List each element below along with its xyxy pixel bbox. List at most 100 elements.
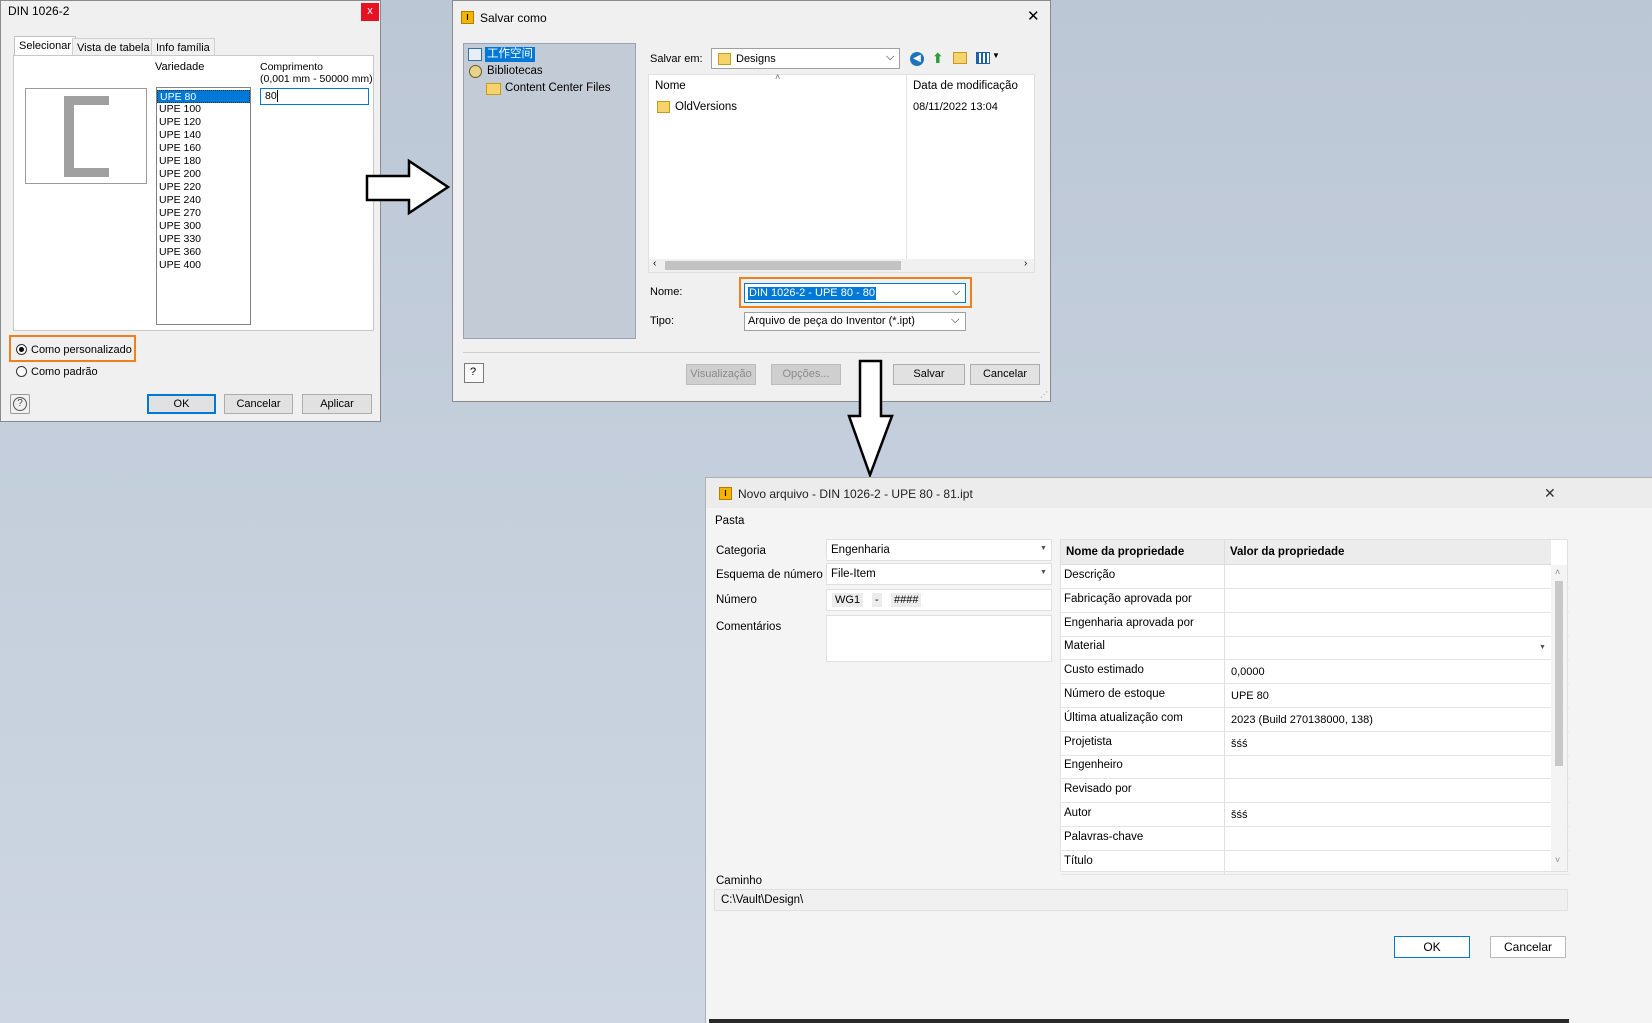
file-name: OldVersions <box>675 101 738 113</box>
new-folder-icon[interactable] <box>953 52 967 64</box>
scroll-thumb[interactable] <box>1555 581 1563 766</box>
property-value[interactable]: 2023 (Build 270138000, 138) <box>1231 714 1373 726</box>
profile-preview <box>25 88 147 184</box>
number-field[interactable]: WG1 - #### <box>826 589 1052 611</box>
number-sequence: #### <box>891 593 922 607</box>
category-select[interactable]: Engenharia ▼ <box>826 539 1052 561</box>
cancel-button[interactable]: Cancelar <box>224 394 293 414</box>
header-name[interactable]: Nome da propriedade <box>1066 546 1184 558</box>
variety-list-item[interactable]: UPE 360 <box>157 246 250 259</box>
library-icon <box>469 65 482 78</box>
length-input[interactable]: 80 <box>260 88 369 105</box>
tab-panel: Variedade Comprimento (0,001 mm - 50000 … <box>13 55 374 331</box>
ok-button[interactable]: OK <box>1394 936 1470 958</box>
property-name: Número de estoque <box>1064 688 1166 700</box>
chevron-down-icon[interactable]: ▼ <box>992 51 1000 60</box>
variety-list-item[interactable]: UPE 240 <box>157 194 250 207</box>
cancel-button[interactable]: Cancelar <box>970 364 1040 385</box>
property-name: Projetista <box>1064 735 1112 748</box>
property-value[interactable]: šśś <box>1231 738 1248 750</box>
path-value: C:\Vault\Design\ <box>721 894 804 906</box>
resize-grip-icon[interactable]: ⋰ <box>1040 390 1048 399</box>
property-row[interactable]: Revisado por <box>1061 779 1569 804</box>
variety-list-item[interactable]: UPE 200 <box>157 168 250 181</box>
category-label: Categoria <box>716 545 766 557</box>
property-row[interactable]: Projetista šśś <box>1061 731 1569 756</box>
file-row[interactable]: OldVersions 08/11/2022 13:04 <box>657 100 1027 116</box>
back-icon[interactable]: ◀ <box>910 52 924 66</box>
comments-label: Comentários <box>716 621 782 633</box>
preview-button[interactable]: Visualização <box>686 364 756 385</box>
ok-button[interactable]: OK <box>147 394 216 414</box>
view-menu-icon[interactable] <box>976 52 990 64</box>
variety-list-item[interactable]: UPE 100 <box>157 103 250 116</box>
property-row[interactable]: Engenharia aprovada por <box>1061 612 1569 637</box>
scroll-left-icon[interactable]: ‹ <box>653 258 656 269</box>
property-row[interactable]: Custo estimado 0,0000 <box>1061 660 1569 685</box>
variety-list-item[interactable]: UPE 270 <box>157 207 250 220</box>
variety-list-item[interactable]: UPE 120 <box>157 116 250 129</box>
variety-list-item[interactable]: UPE 160 <box>157 142 250 155</box>
apply-button[interactable]: Aplicar <box>302 394 372 414</box>
property-row[interactable]: Descrição <box>1061 565 1569 589</box>
variety-list-item[interactable]: UPE 330 <box>157 233 250 246</box>
chevron-down-icon[interactable]: ⌵ <box>952 286 960 299</box>
cancel-button[interactable]: Cancelar <box>1490 936 1566 958</box>
comments-input[interactable] <box>826 615 1052 662</box>
property-name: Engenharia aprovada por <box>1064 616 1194 629</box>
dialog-title: Novo arquivo - DIN 1026-2 - UPE 80 - 81.… <box>738 487 973 501</box>
vertical-scrollbar[interactable]: ˄ ˅ <box>1551 565 1567 871</box>
folder-icon <box>718 53 731 65</box>
name-input[interactable]: DIN 1026-2 - UPE 80 - 80 ⌵ <box>744 283 966 303</box>
scheme-select[interactable]: File-Item ▼ <box>826 563 1052 585</box>
property-row[interactable]: Fabricação aprovada por <box>1061 588 1569 613</box>
header-value[interactable]: Valor da propriedade <box>1230 546 1344 558</box>
help-icon: ? <box>13 397 27 411</box>
variety-list-item[interactable]: UPE 80 <box>157 90 250 103</box>
up-folder-icon[interactable]: ⬆ <box>932 50 944 67</box>
column-header-name[interactable]: Nome <box>655 80 686 92</box>
dialog-title: Salvar como <box>480 11 547 25</box>
variety-list-item[interactable]: UPE 140 <box>157 129 250 142</box>
tab-table-view[interactable]: Vista de tabela <box>72 38 155 56</box>
type-select[interactable]: Arquivo de peça do Inventor (*.ipt) ⌵ <box>744 312 966 331</box>
variety-list-item[interactable]: UPE 300 <box>157 220 250 233</box>
new-file-dialog: I Novo arquivo - DIN 1026-2 - UPE 80 - 8… <box>705 477 1652 1023</box>
help-button[interactable]: ? <box>464 363 484 383</box>
property-row[interactable]: Última atualização com 2023 (Build 270138… <box>1061 707 1569 732</box>
number-label: Número <box>716 594 757 606</box>
save-button[interactable]: Salvar <box>893 364 965 385</box>
property-row[interactable]: Material ▼ <box>1061 636 1569 661</box>
scroll-up-icon[interactable]: ˄ <box>1555 567 1560 577</box>
help-button[interactable]: ? <box>10 394 30 414</box>
scroll-right-icon[interactable]: › <box>1024 258 1027 269</box>
scroll-thumb[interactable] <box>665 261 901 270</box>
close-button[interactable]: x <box>361 3 379 21</box>
column-header-date[interactable]: Data de modificação <box>913 80 1018 92</box>
property-row[interactable]: Título <box>1061 850 1569 875</box>
property-value[interactable]: UPE 80 <box>1231 690 1269 702</box>
property-row[interactable]: Palavras-chave <box>1061 826 1569 851</box>
dropdown-arrow-icon[interactable]: ▼ <box>1539 644 1546 651</box>
dialog-title: DIN 1026-2 <box>8 4 70 18</box>
horizontal-scrollbar[interactable]: ‹ › <box>649 258 1034 272</box>
property-row[interactable]: Engenheiro <box>1061 755 1569 780</box>
property-value[interactable]: 0,0000 <box>1231 666 1265 678</box>
property-row[interactable]: Número de estoque UPE 80 <box>1061 684 1569 708</box>
tree-label: Content Center Files <box>505 82 611 94</box>
close-button[interactable]: ✕ <box>1027 7 1040 25</box>
variety-list[interactable]: UPE 80 UPE 100 UPE 120 UPE 140 UPE 160 UPE 18… <box>156 87 251 325</box>
property-row[interactable]: Autor šśś <box>1061 803 1569 827</box>
close-icon[interactable]: ✕ <box>1544 485 1556 502</box>
save-in-select[interactable]: Designs ⌵ <box>711 48 900 69</box>
tab-family-info[interactable]: Info família <box>151 38 215 56</box>
property-value[interactable]: šśś <box>1231 809 1248 821</box>
property-grid: Nome da propriedade Valor da propriedade… <box>1060 539 1569 875</box>
tab-select[interactable]: Selecionar <box>14 36 76 56</box>
scroll-down-icon[interactable]: ˅ <box>1555 855 1560 865</box>
options-button[interactable]: Opções... <box>771 364 841 385</box>
variety-list-item[interactable]: UPE 180 <box>157 155 250 168</box>
chevron-down-icon: ⌵ <box>886 51 895 63</box>
variety-list-item[interactable]: UPE 400 <box>157 259 250 272</box>
variety-list-item[interactable]: UPE 220 <box>157 181 250 194</box>
